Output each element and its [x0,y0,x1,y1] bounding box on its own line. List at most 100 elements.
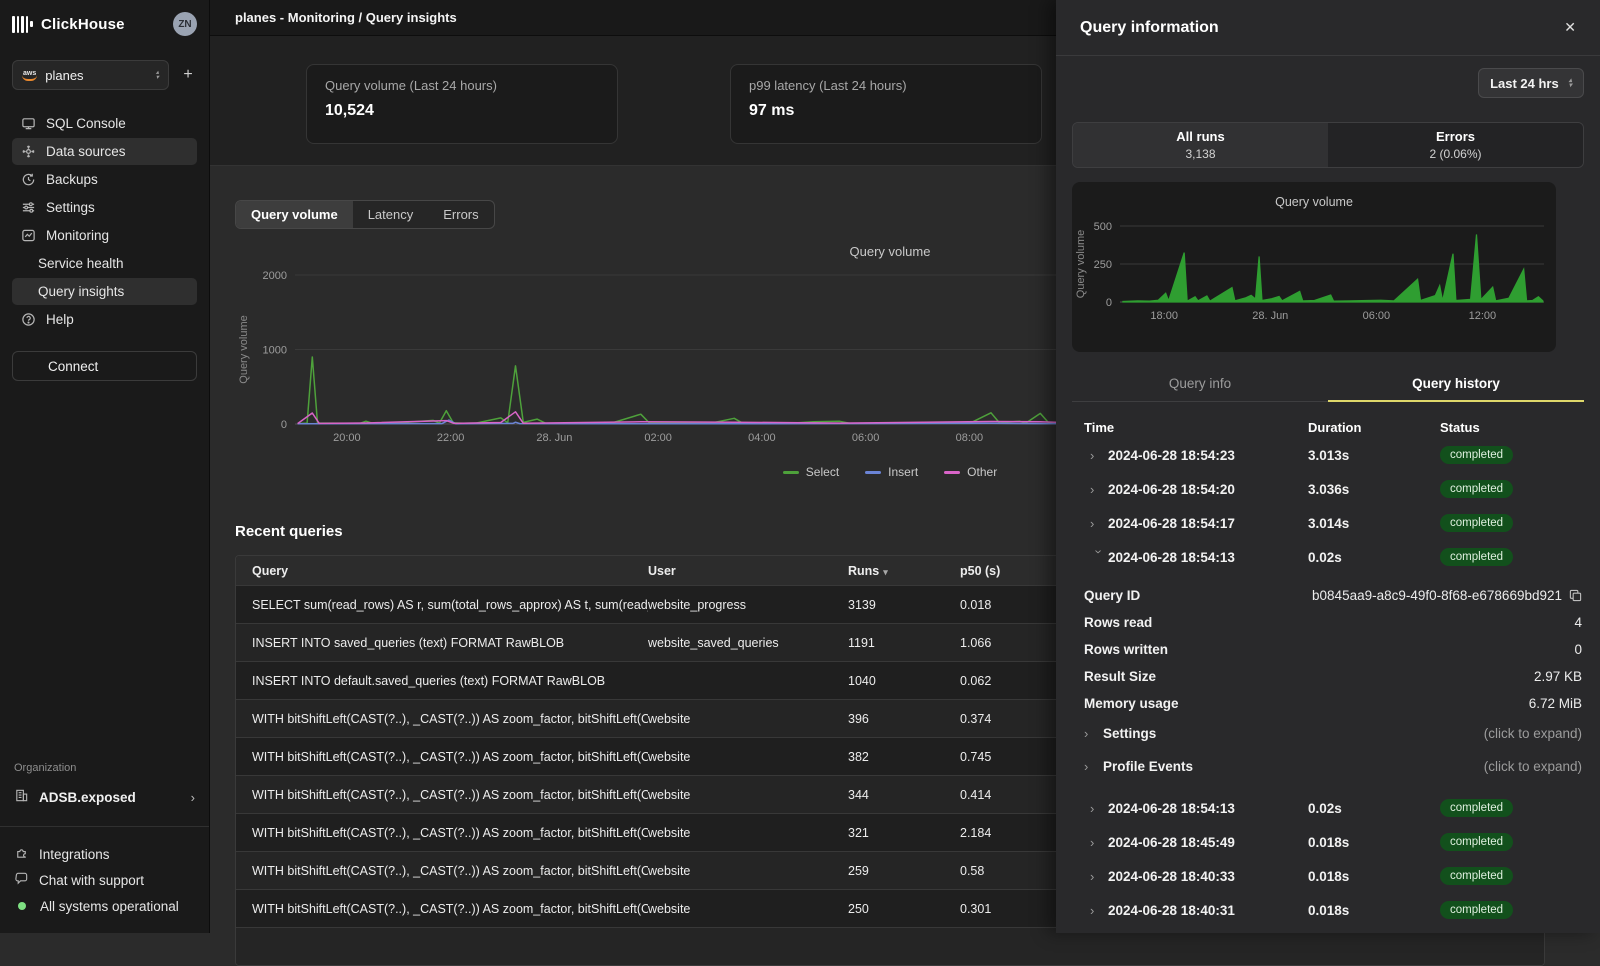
query-id-value: b0845aa9-a8c9-49f0-8f68-e678669bd921 [1312,588,1562,603]
sidebar-item-settings[interactable]: Settings [12,194,197,221]
history-row[interactable]: ›2024-06-28 18:54:130.02scompleted [1072,540,1584,574]
legend-item-select[interactable]: Select [783,465,839,479]
tab-query-history[interactable]: Query history [1328,368,1584,402]
cell-runs: 396 [848,712,960,726]
history-row[interactable]: ›2024-06-28 18:54:173.014scompleted [1072,506,1584,540]
expandable-profile-events[interactable]: ›Profile Events(click to expand) [1072,750,1584,783]
chevron-right-icon: › [1090,448,1108,463]
data-sources-icon [20,144,36,160]
expand-hint: (click to expand) [1484,759,1582,774]
status-badge: completed [1440,548,1513,566]
sidebar-item-backups[interactable]: Backups [12,166,197,193]
run-timestamp: 2024-06-28 18:54:13 [1108,801,1308,816]
svg-text:Query volume: Query volume [238,315,250,383]
tab-errors-count[interactable]: Errors 2 (0.06%) [1328,123,1583,167]
add-service-button[interactable]: + [179,66,197,84]
history-row[interactable]: ›2024-06-28 18:54:130.02scompleted [1072,791,1584,825]
copy-icon[interactable] [1569,589,1582,602]
chat-support-label: Chat with support [39,873,144,888]
connect-button[interactable]: Connect [12,351,197,381]
sidebar-item-chat-support[interactable]: Chat with support [12,867,197,893]
sidebar-item-data-sources[interactable]: Data sources [12,138,197,165]
svg-text:06:00: 06:00 [852,432,880,444]
sidebar-item-query-insights[interactable]: Query insights [12,278,197,305]
cell-user: website [648,826,848,840]
time-range-select[interactable]: Last 24 hrs ▴▾ [1478,68,1584,98]
cell-user: website [648,788,848,802]
sidebar-item-help[interactable]: Help [12,306,197,333]
expandable-label: Settings [1103,726,1156,741]
expand-hint: (click to expand) [1484,726,1582,741]
chevron-right-icon: › [1090,869,1108,884]
legend-item-insert[interactable]: Insert [865,465,918,479]
column-header-duration[interactable]: Duration [1308,420,1440,435]
cell-query: WITH bitShiftLeft(CAST(?..), _CAST(?..))… [236,750,648,764]
svg-text:2000: 2000 [263,270,287,282]
tab-errors[interactable]: Errors [428,201,493,228]
history-header: Time Duration Status [1072,420,1584,435]
insert-series-swatch [865,471,881,474]
history-rows-top: ›2024-06-28 18:54:233.013scompleted›2024… [1072,438,1584,574]
cell-query: WITH bitShiftLeft(CAST(?..), _CAST(?..))… [236,902,648,916]
info-history-tabs: Query info Query history [1072,368,1584,402]
query-detail-block: Query ID b0845aa9-a8c9-49f0-8f68-e678669… [1072,582,1584,783]
tab-query-info[interactable]: Query info [1072,368,1328,401]
tab-query-volume[interactable]: Query volume [236,201,353,228]
history-row[interactable]: ›2024-06-28 18:40:330.018scompleted [1072,859,1584,893]
history-row[interactable]: ›2024-06-28 18:54:203.036scompleted [1072,472,1584,506]
history-row[interactable]: ›2024-06-28 18:54:233.013scompleted [1072,438,1584,472]
detail-row-memory-usage: Memory usage 6.72 MiB [1072,690,1584,717]
stat-label: p99 latency (Last 24 hours) [749,78,1023,93]
detail-key: Memory usage [1084,696,1179,711]
workspace-selector[interactable]: aws planes ▴▾ [12,60,169,90]
svg-text:500: 500 [1094,221,1112,233]
sidebar-item-monitoring[interactable]: Monitoring [12,222,197,249]
sidebar-item-integrations[interactable]: Integrations [12,841,197,867]
system-status[interactable]: All systems operational [12,893,197,919]
run-timestamp: 2024-06-28 18:54:23 [1108,448,1308,463]
sidebar-nav: SQL ConsoleData sourcesBackups Settings Mo… [12,110,197,333]
run-duration: 3.013s [1308,448,1440,463]
history-rows-bottom: ›2024-06-28 18:54:130.02scompleted›2024-… [1072,791,1584,927]
cell-query: WITH bitShiftLeft(CAST(?..), _CAST(?..))… [236,826,648,840]
mini-chart-title: Query volume [1072,195,1556,213]
history-row[interactable]: ›2024-06-28 18:45:490.018scompleted [1072,825,1584,859]
sql-console-icon [20,116,36,132]
sidebar-item-sql-console[interactable]: SQL Console [12,110,197,137]
tab-all-runs[interactable]: All runs 3,138 [1073,123,1328,167]
status-badge: completed [1440,833,1513,851]
close-icon[interactable]: ✕ [1564,19,1576,36]
svg-text:0: 0 [1106,297,1112,309]
chevron-right-icon: › [191,790,195,805]
organization-selector[interactable]: ADSB.exposed › [12,784,197,810]
run-timestamp: 2024-06-28 18:40:31 [1108,903,1308,918]
column-header-user[interactable]: User [648,564,848,578]
history-row[interactable]: ›2024-06-28 18:40:310.018scompleted [1072,893,1584,927]
chevron-right-icon: › [1090,835,1108,850]
chevron-updown-icon: ▴▾ [1569,78,1572,88]
tab-latency[interactable]: Latency [353,201,429,228]
run-timestamp: 2024-06-28 18:54:13 [1108,550,1308,565]
chevron-right-icon: › [1090,801,1108,816]
cell-user: website_progress [648,598,848,612]
column-header-runs[interactable]: Runs▾ [848,564,960,578]
legend-item-other[interactable]: Other [944,465,997,479]
run-duration: 0.018s [1308,903,1440,918]
chat-bubble-icon [14,871,29,889]
column-header-query[interactable]: Query [236,564,648,578]
column-header-time[interactable]: Time [1084,420,1308,435]
cell-query: INSERT INTO default.saved_queries (text)… [236,674,648,688]
expandable-settings[interactable]: ›Settings(click to expand) [1072,717,1584,750]
organization-name: ADSB.exposed [39,790,136,805]
organization-section-label: Organization [14,762,197,774]
detail-value: 4 [1574,615,1582,630]
sidebar-item-label: Settings [46,200,95,215]
column-header-status[interactable]: Status [1440,420,1480,435]
detail-value: 6.72 MiB [1529,696,1582,711]
avatar[interactable]: ZN [173,12,197,36]
select-series-swatch [783,471,799,474]
sidebar-item-service-health[interactable]: Service health [12,250,197,277]
clickhouse-logo: ClickHouse [12,15,125,33]
query-information-panel: Query information ✕ Last 24 hrs ▴▾ All r… [1056,0,1600,933]
building-icon [14,788,29,806]
